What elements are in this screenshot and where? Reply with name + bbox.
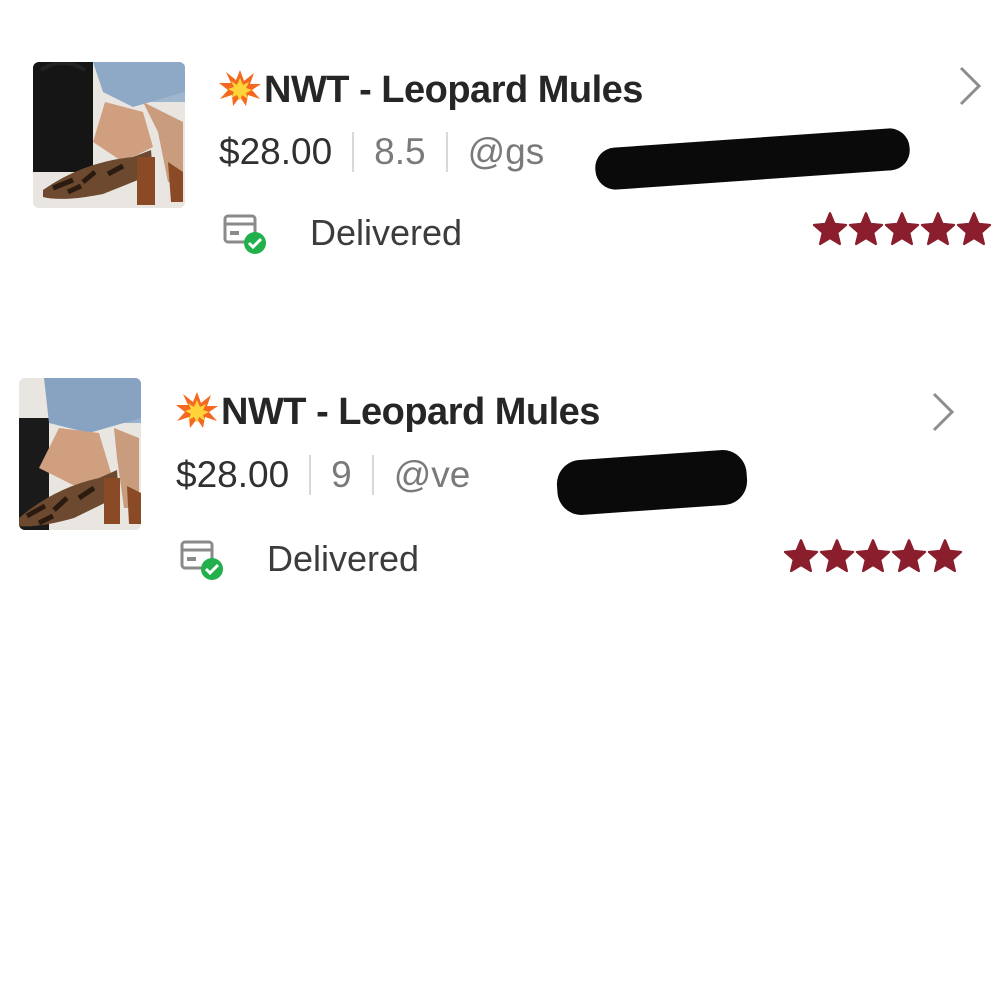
rating-stars bbox=[783, 538, 963, 574]
chevron-right-icon[interactable] bbox=[928, 390, 958, 434]
listing-title[interactable]: NWT - Leopard Mules bbox=[175, 390, 600, 434]
price: $28.00 bbox=[219, 131, 333, 172]
listing-meta: $28.00 8.5 @gs bbox=[219, 131, 544, 173]
divider bbox=[445, 132, 448, 172]
seller-username[interactable]: @gs bbox=[468, 131, 545, 173]
rating-stars bbox=[812, 211, 992, 247]
star-icon bbox=[783, 538, 819, 574]
star-icon bbox=[855, 538, 891, 574]
price: $28.00 bbox=[176, 454, 290, 495]
delivery-status-text: Delivered bbox=[267, 538, 420, 579]
package-delivered-icon bbox=[179, 536, 225, 582]
order-list-item[interactable]: NWT - Leopard Mules $28.00 9 @ve Deliver… bbox=[0, 320, 1000, 620]
listing-title-text: NWT - Leopard Mules bbox=[221, 391, 600, 433]
star-icon bbox=[920, 211, 956, 247]
size: 8.5 bbox=[374, 131, 426, 172]
listing-title-text: NWT - Leopard Mules bbox=[264, 69, 643, 111]
star-icon bbox=[927, 538, 963, 574]
collision-emoji-icon bbox=[218, 68, 262, 108]
divider bbox=[309, 455, 312, 495]
listing-meta: $28.00 9 @ve bbox=[176, 454, 470, 496]
product-thumbnail bbox=[33, 62, 185, 208]
listing-title[interactable]: NWT - Leopard Mules bbox=[218, 68, 643, 112]
package-delivered-icon bbox=[222, 210, 268, 256]
star-icon bbox=[884, 211, 920, 247]
delivery-status: Delivered bbox=[222, 210, 462, 256]
star-icon bbox=[819, 538, 855, 574]
divider bbox=[352, 132, 355, 172]
delivery-status: Delivered bbox=[179, 536, 419, 582]
star-icon bbox=[956, 211, 992, 247]
redaction-scribble bbox=[593, 127, 912, 191]
star-icon bbox=[848, 211, 884, 247]
redaction-scribble bbox=[555, 448, 749, 517]
delivery-status-text: Delivered bbox=[310, 212, 463, 253]
collision-emoji-icon bbox=[175, 390, 219, 430]
seller-username[interactable]: @ve bbox=[394, 454, 471, 496]
size: 9 bbox=[331, 454, 352, 495]
product-thumbnail bbox=[19, 378, 141, 530]
order-list-item[interactable]: NWT - Leopard Mules $28.00 8.5 @gs Deliv… bbox=[0, 0, 1000, 300]
star-icon bbox=[812, 211, 848, 247]
star-icon bbox=[891, 538, 927, 574]
chevron-right-icon[interactable] bbox=[955, 64, 985, 108]
divider bbox=[371, 455, 374, 495]
